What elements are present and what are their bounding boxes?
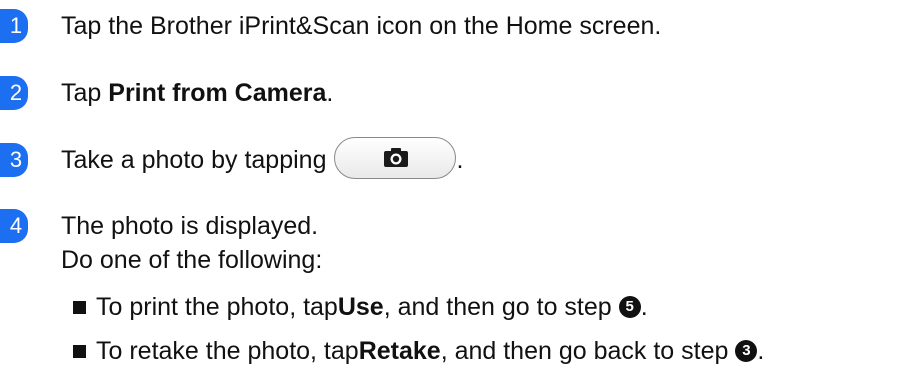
step-3-text: Take a photo by tapping. — [61, 137, 464, 180]
bullet-square-icon — [73, 300, 86, 314]
step-number-badge: 1 — [0, 9, 28, 43]
print-from-camera-label: Print from Camera — [108, 79, 327, 107]
step-4-line-2: Do one of the following: — [61, 246, 323, 274]
step-reference-badge: 3 — [735, 340, 758, 362]
step-number-badge: 3 — [0, 143, 28, 177]
step-4-text: The photo is displayed. Do one of the fo… — [61, 209, 322, 277]
step-4: 4 The photo is displayed. Do one of the … — [0, 209, 322, 277]
step-2-suffix: . — [326, 79, 334, 107]
step-3-prefix: Take a photo by tapping — [61, 146, 327, 174]
list-item: To retake the photo, tap Retake, and the… — [73, 334, 764, 368]
step-2-text: Tap Print from Camera. — [61, 76, 333, 110]
camera-icon — [384, 148, 409, 168]
step-reference-badge: 5 — [618, 296, 641, 318]
step-3: 3 Take a photo by tapping. — [0, 137, 464, 180]
bullet-2-suffix: . — [757, 337, 765, 365]
step-1: 1 Tap the Brother iPrint&Scan icon on th… — [0, 9, 661, 43]
use-label: Use — [337, 293, 384, 321]
options-list: To print the photo, tap Use, and then go… — [73, 290, 764, 368]
step-4-line-1: The photo is displayed. — [61, 212, 319, 240]
bullet-2-middle: , and then go back to step — [440, 337, 729, 365]
bullet-1-middle: , and then go to step — [383, 293, 612, 321]
step-1-text: Tap the Brother iPrint&Scan icon on the … — [61, 12, 662, 40]
camera-shutter-button[interactable] — [334, 137, 457, 180]
bullet-1-suffix: . — [640, 293, 648, 321]
step-2: 2 Tap Print from Camera. — [0, 76, 333, 110]
retake-label: Retake — [358, 337, 441, 365]
bullet-2-prefix: To retake the photo, tap — [96, 337, 359, 365]
step-number-badge: 2 — [0, 76, 28, 110]
bullet-square-icon — [73, 344, 86, 358]
list-item: To print the photo, tap Use, and then go… — [73, 290, 764, 324]
step-number-badge: 4 — [0, 209, 28, 243]
bullet-1-prefix: To print the photo, tap — [96, 293, 338, 321]
step-3-suffix: . — [456, 146, 464, 174]
step-2-prefix: Tap — [61, 79, 109, 107]
